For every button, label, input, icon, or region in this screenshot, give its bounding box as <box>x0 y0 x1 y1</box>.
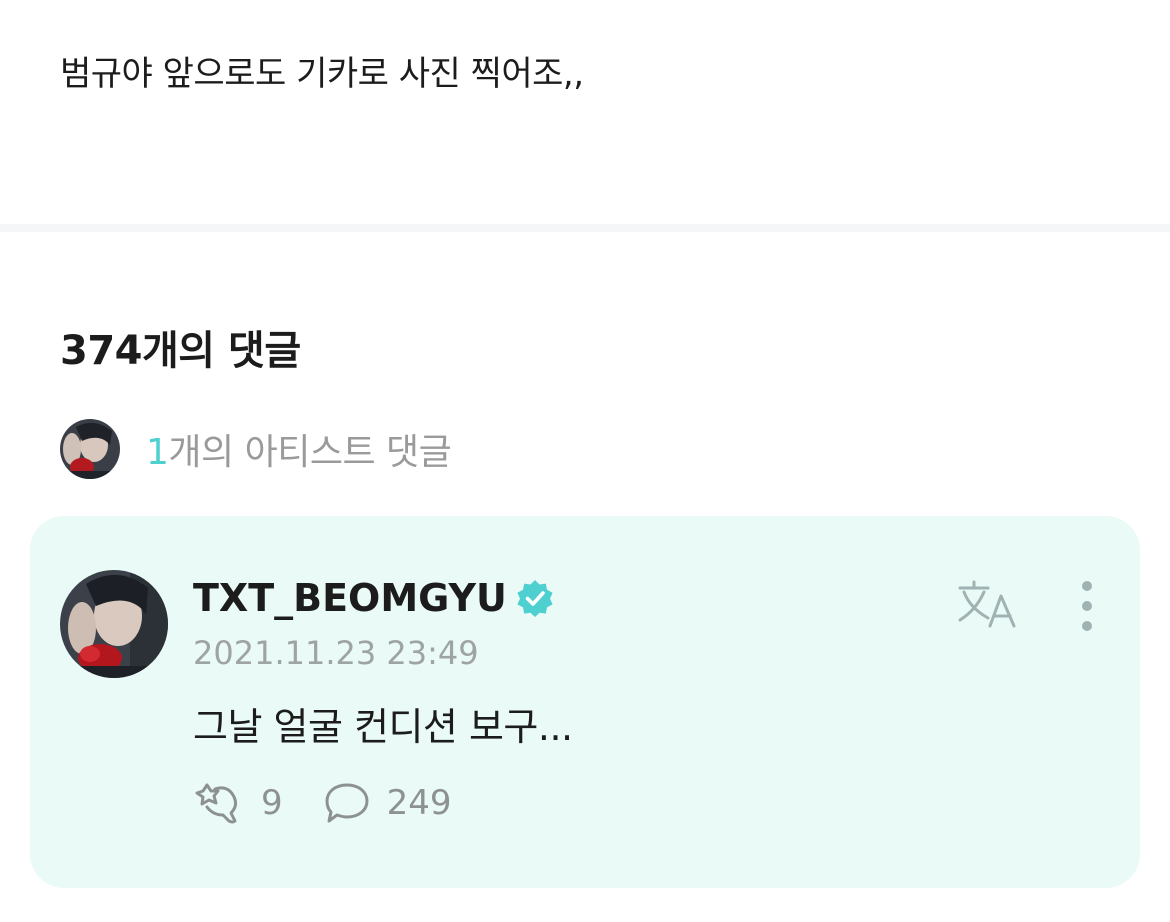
artist-comment-card: TXT_BEOMGYU 2021.11.23 23:49 그날 얼굴 컨디션 보… <box>30 516 1140 888</box>
comment-actions: 9 249 <box>193 778 452 828</box>
artist-avatar <box>60 419 120 479</box>
comment-timestamp: 2021.11.23 23:49 <box>193 634 479 672</box>
translate-icon <box>958 580 1016 628</box>
more-options-button[interactable] <box>1070 580 1104 632</box>
comment-count-heading: 374개의 댓글 <box>60 328 301 374</box>
speech-bubble-icon <box>325 783 369 823</box>
artist-comments-count: 1 <box>146 432 169 473</box>
section-divider <box>0 224 1170 232</box>
cheer-count: 9 <box>261 783 283 823</box>
reply-count: 249 <box>386 783 452 823</box>
reply-button[interactable]: 249 <box>323 781 452 825</box>
more-vertical-icon <box>1082 581 1092 631</box>
artist-comments-filter[interactable]: 1개의 아티스트 댓글 <box>60 418 452 480</box>
post-detail-page: 범규야 앞으로도 기카로 사진 찍어조,, 374개의 댓글 1개의 아티스트 … <box>0 0 1170 922</box>
author-row: TXT_BEOMGYU <box>193 574 555 622</box>
translate-button[interactable] <box>956 578 1020 632</box>
comment-body: 그날 얼굴 컨디션 보구... <box>193 705 573 749</box>
artist-comments-text: 개의 아티스트 댓글 <box>168 432 452 473</box>
artist-comments-label: 1개의 아티스트 댓글 <box>146 423 452 475</box>
verified-badge-icon <box>517 580 553 617</box>
author-name[interactable]: TXT_BEOMGYU <box>193 576 507 620</box>
cheer-icon <box>195 783 238 824</box>
post-body: 범규야 앞으로도 기카로 사진 찍어조,, <box>60 54 584 94</box>
author-avatar[interactable] <box>60 570 168 678</box>
cheer-button[interactable]: 9 <box>193 781 283 825</box>
